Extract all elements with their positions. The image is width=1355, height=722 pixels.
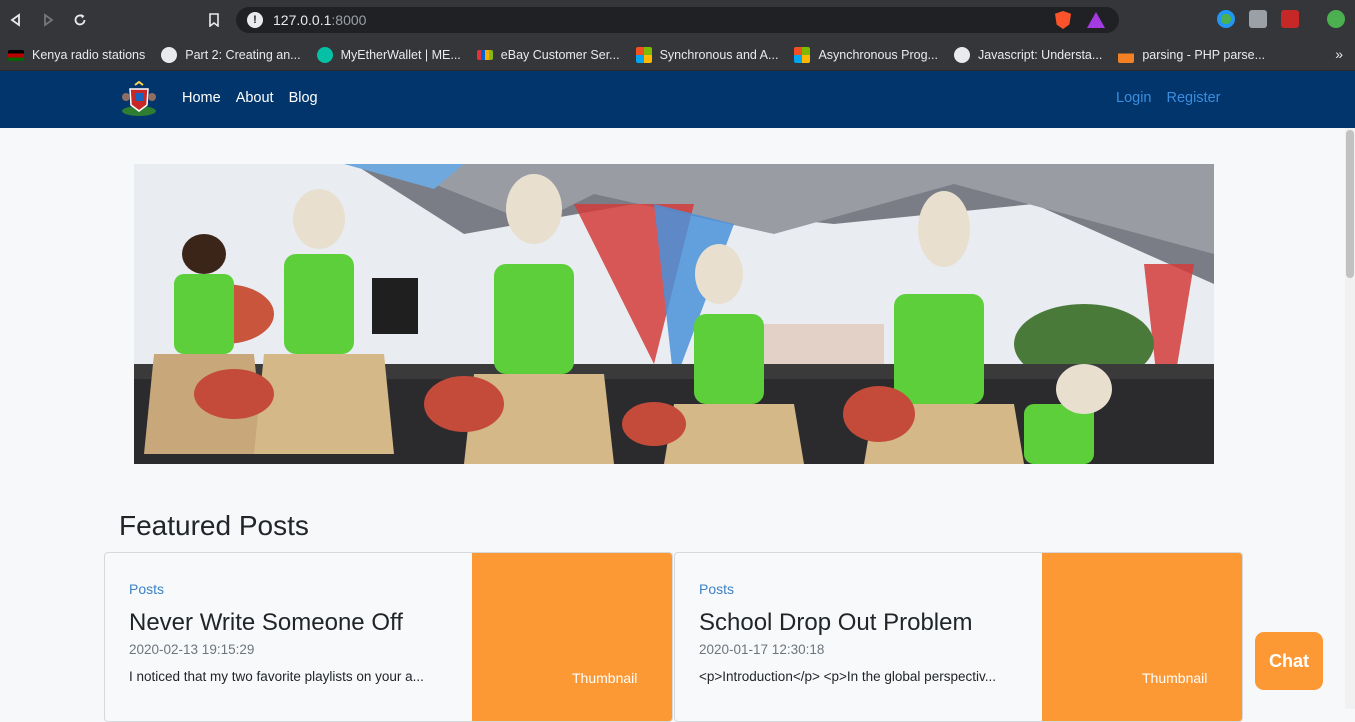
post-card[interactable]: Posts School Drop Out Problem 2020-01-17… — [674, 552, 1243, 722]
bookmark-item[interactable]: eBay Customer Ser... — [469, 48, 628, 62]
reload-button[interactable] — [64, 4, 96, 36]
chat-button[interactable]: Chat — [1255, 632, 1323, 690]
post-category-link[interactable]: Posts — [699, 581, 734, 597]
bookmark-label: parsing - PHP parse... — [1142, 48, 1266, 62]
login-link[interactable]: Login — [1116, 90, 1151, 106]
thumbnail-label: Thumbnail — [1142, 670, 1208, 686]
bookmark-label: eBay Customer Ser... — [500, 48, 620, 62]
bookmark-label: Kenya radio stations — [32, 48, 146, 62]
bookmarks-bar: Kenya radio stations Part 2: Creating an… — [0, 40, 1355, 71]
bookmark-item[interactable]: parsing - PHP parse... — [1110, 47, 1273, 63]
globe-icon — [953, 47, 970, 63]
extension-pdf-icon[interactable] — [1281, 10, 1299, 28]
thumbnail-label: Thumbnail — [572, 670, 638, 686]
address-bar[interactable]: ! 127.0.0.1:8000 — [236, 7, 1119, 33]
post-date: 2020-01-17 12:30:18 — [699, 642, 825, 657]
hero-banner-image — [134, 164, 1214, 464]
bookmark-label: Part 2: Creating an... — [185, 48, 301, 62]
bookmark-item[interactable]: MyEtherWallet | ME... — [309, 47, 469, 63]
bookmark-item[interactable]: Part 2: Creating an... — [153, 47, 308, 63]
bookmark-label: Synchronous and A... — [659, 48, 779, 62]
site-logo-icon[interactable] — [120, 80, 158, 117]
post-thumbnail[interactable]: Thumbnail — [1042, 553, 1242, 721]
extension-globe-icon[interactable] — [1217, 10, 1235, 28]
post-title[interactable]: School Drop Out Problem — [699, 609, 972, 637]
ebay-icon — [476, 50, 493, 60]
extension-copy-icon[interactable] — [1249, 10, 1267, 28]
myetherwallet-icon — [316, 47, 333, 63]
bookmark-item[interactable]: Synchronous and A... — [628, 47, 787, 63]
microsoft-icon — [635, 47, 652, 63]
bookmark-item[interactable]: Asynchronous Prog... — [786, 47, 946, 63]
nav-home-link[interactable]: Home — [182, 90, 221, 106]
kenya-flag-icon — [8, 49, 24, 61]
brave-rewards-icon[interactable] — [1087, 12, 1105, 28]
browser-toolbar: ! 127.0.0.1:8000 — [0, 0, 1355, 40]
forward-button[interactable] — [32, 4, 64, 36]
url-text: 127.0.0.1:8000 — [273, 12, 366, 28]
bookmark-item[interactable]: Kenya radio stations — [0, 48, 153, 62]
microsoft-icon — [794, 47, 811, 63]
post-date: 2020-02-13 19:15:29 — [129, 642, 255, 657]
post-title[interactable]: Never Write Someone Off — [129, 609, 403, 637]
back-button[interactable] — [0, 4, 32, 36]
nav-about-link[interactable]: About — [236, 90, 274, 106]
post-card[interactable]: Posts Never Write Someone Off 2020-02-13… — [104, 552, 673, 722]
post-thumbnail[interactable]: Thumbnail — [472, 553, 672, 721]
globe-icon — [161, 47, 178, 63]
post-excerpt: I noticed that my two favorite playlists… — [129, 669, 424, 684]
url-port: :8000 — [331, 12, 367, 28]
more-bookmarks-button[interactable]: » — [1335, 46, 1343, 62]
bookmark-label: MyEtherWallet | ME... — [340, 48, 461, 62]
site-navbar: Home About Blog Login Register — [0, 71, 1355, 128]
post-excerpt: <p>Introduction</p> <p>In the global per… — [699, 669, 996, 684]
profile-avatar-icon[interactable] — [1327, 10, 1345, 28]
register-link[interactable]: Register — [1166, 90, 1220, 106]
site-info-icon[interactable]: ! — [247, 12, 263, 28]
nav-blog-link[interactable]: Blog — [289, 90, 318, 106]
brave-shields-icon[interactable] — [1055, 11, 1071, 29]
scrollbar-thumb[interactable] — [1346, 130, 1354, 278]
bookmark-item[interactable]: Javascript: Understa... — [946, 47, 1110, 63]
stackoverflow-icon — [1118, 47, 1135, 63]
url-host: 127.0.0.1 — [273, 12, 332, 28]
bookmark-label: Asynchronous Prog... — [818, 48, 938, 62]
bookmark-label: Javascript: Understa... — [977, 48, 1103, 62]
bookmark-page-icon[interactable] — [198, 4, 230, 36]
post-category-link[interactable]: Posts — [129, 581, 164, 597]
featured-posts-heading: Featured Posts — [119, 510, 309, 541]
